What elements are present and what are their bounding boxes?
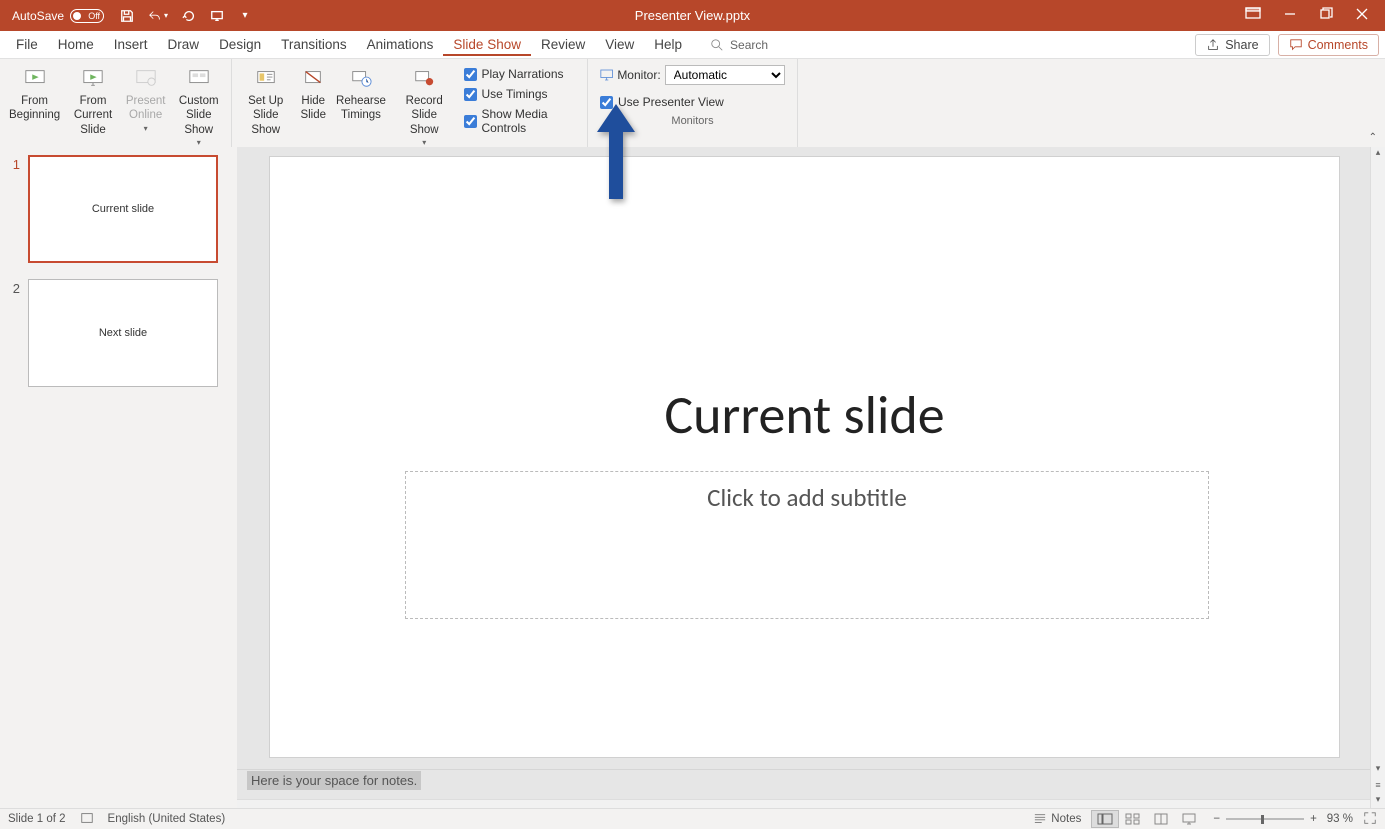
tab-home[interactable]: Home [48,33,104,56]
from-beginning-button[interactable]: From Beginning [4,63,65,125]
rehearse-timings-button[interactable]: Rehearse Timings [331,63,391,125]
zoom-out-icon[interactable]: − [1213,813,1220,825]
notes-icon [1033,813,1047,825]
title-bar: AutoSave Off ▾ ▾ Presenter View.pptx [0,0,1385,31]
window-controls [1245,7,1385,24]
rehearse-icon [350,65,372,91]
search-placeholder: Search [730,38,768,52]
play-narrations-checkbox[interactable]: Play Narrations [464,67,578,81]
vertical-scrollbar[interactable]: ▴ ▾ ≡ ▾ [1370,147,1385,808]
menu-tabs: File Home Insert Draw Design Transitions… [6,33,692,56]
record-icon [413,65,435,91]
thumb-number: 1 [10,155,20,263]
slide-sorter-button[interactable] [1119,810,1147,828]
monitor-dropdown[interactable]: Automatic [665,65,785,85]
notes-pane[interactable]: Here is your space for notes. [237,769,1370,799]
present-online-button[interactable]: Present Online▾ [121,63,171,136]
comments-button[interactable]: Comments [1278,34,1379,56]
autosave-label: AutoSave [12,9,64,23]
tab-review[interactable]: Review [531,33,595,56]
thumb-number: 2 [10,279,20,387]
menu-bar: File Home Insert Draw Design Transitions… [0,31,1385,59]
tab-view[interactable]: View [595,33,644,56]
ribbon-display-icon[interactable] [1245,7,1261,24]
from-current-icon [82,65,104,91]
setup-slide-show-button[interactable]: Set Up Slide Show [236,63,295,139]
autosave-toggle[interactable]: Off [70,9,104,23]
search-icon [710,38,724,52]
thumbnail-row[interactable]: 2 Next slide [10,279,227,387]
notes-toggle[interactable]: Notes [1033,813,1081,825]
status-bar: Slide 1 of 2 English (United States) Not… [0,808,1385,829]
present-online-icon [135,65,157,91]
comment-icon [1289,38,1303,52]
zoom-percentage[interactable]: 93 % [1327,813,1353,825]
start-from-beginning-icon[interactable] [210,9,224,23]
language-indicator[interactable]: English (United States) [108,813,226,825]
scroll-up-icon[interactable]: ▴ [1371,147,1385,161]
setup-show-icon [255,65,277,91]
close-icon[interactable] [1355,7,1369,24]
scroll-down-icon[interactable]: ▾ [1371,763,1385,777]
slide-thumbnail-1[interactable]: Current slide [28,155,218,263]
accessibility-icon[interactable] [80,811,94,828]
zoom-slider[interactable]: − + [1213,813,1316,825]
canvas-area[interactable]: Current slide Click to add subtitle [237,147,1370,769]
tab-help[interactable]: Help [644,33,692,56]
window-title: Presenter View.pptx [635,8,750,23]
collapse-ribbon-icon[interactable]: ⌃ [1369,132,1377,143]
ribbon-slide-show: From Beginning From Current Slide Presen… [0,59,1385,147]
tab-insert[interactable]: Insert [104,33,158,56]
tab-transitions[interactable]: Transitions [271,33,357,56]
custom-show-icon [188,65,210,91]
minimize-icon[interactable] [1283,7,1297,24]
share-button[interactable]: Share [1195,34,1269,56]
tab-file[interactable]: File [6,33,48,56]
tab-draw[interactable]: Draw [158,33,210,56]
annotation-arrow [595,104,637,204]
work-area: 1 Current slide 2 Next slide Current sli… [0,147,1385,808]
custom-slide-show-button[interactable]: Custom Slide Show▾ [170,63,227,150]
tab-animations[interactable]: Animations [357,33,444,56]
show-media-controls-checkbox[interactable]: Show Media Controls [464,107,578,135]
fit-to-window-icon[interactable] [1363,811,1377,828]
tab-design[interactable]: Design [209,33,271,56]
next-slide-icon[interactable]: ▾ [1376,794,1381,805]
save-icon[interactable] [120,9,134,23]
slide-counter[interactable]: Slide 1 of 2 [8,813,66,825]
slide-editor: Current slide Click to add subtitle Here… [237,147,1370,808]
slide-thumbnail-2[interactable]: Next slide [28,279,218,387]
monitor-label: Monitor: [617,68,660,82]
tab-slide-show[interactable]: Slide Show [443,33,531,56]
from-beginning-icon [24,65,46,91]
autosave-control[interactable]: AutoSave Off [12,9,104,23]
use-timings-checkbox[interactable]: Use Timings [464,87,578,101]
monitor-icon [600,68,613,82]
customize-qat-icon[interactable]: ▾ [238,9,252,23]
horizontal-scrollbar[interactable] [237,799,1370,808]
repeat-icon[interactable] [182,9,196,23]
zoom-in-icon[interactable]: + [1310,813,1317,825]
hide-slide-icon [302,65,324,91]
quick-access-toolbar: ▾ ▾ [120,9,252,23]
hide-slide-button[interactable]: Hide Slide [295,63,331,125]
thumbnail-row[interactable]: 1 Current slide [10,155,227,263]
normal-view-button[interactable] [1091,810,1119,828]
undo-button[interactable]: ▾ [148,9,168,23]
reading-view-button[interactable] [1147,810,1175,828]
slideshow-view-button[interactable] [1175,810,1203,828]
notes-placeholder: Here is your space for notes. [247,771,421,790]
view-buttons [1091,810,1203,828]
prev-slide-icon[interactable]: ≡ [1375,780,1380,790]
maximize-icon[interactable] [1319,7,1333,24]
slide-title-placeholder[interactable]: Current slide [270,382,1339,448]
monitor-selector[interactable]: Monitor: Automatic [600,65,785,85]
slide-canvas[interactable]: Current slide Click to add subtitle [270,157,1339,757]
from-current-slide-button[interactable]: From Current Slide [65,63,121,139]
slide-thumbnail-panel[interactable]: 1 Current slide 2 Next slide [0,147,237,808]
record-slide-show-button[interactable]: Record Slide Show▾ [391,63,458,150]
tell-me-search[interactable]: Search [710,38,768,52]
slide-subtitle-placeholder[interactable]: Click to add subtitle [405,471,1209,619]
share-icon [1206,38,1220,52]
